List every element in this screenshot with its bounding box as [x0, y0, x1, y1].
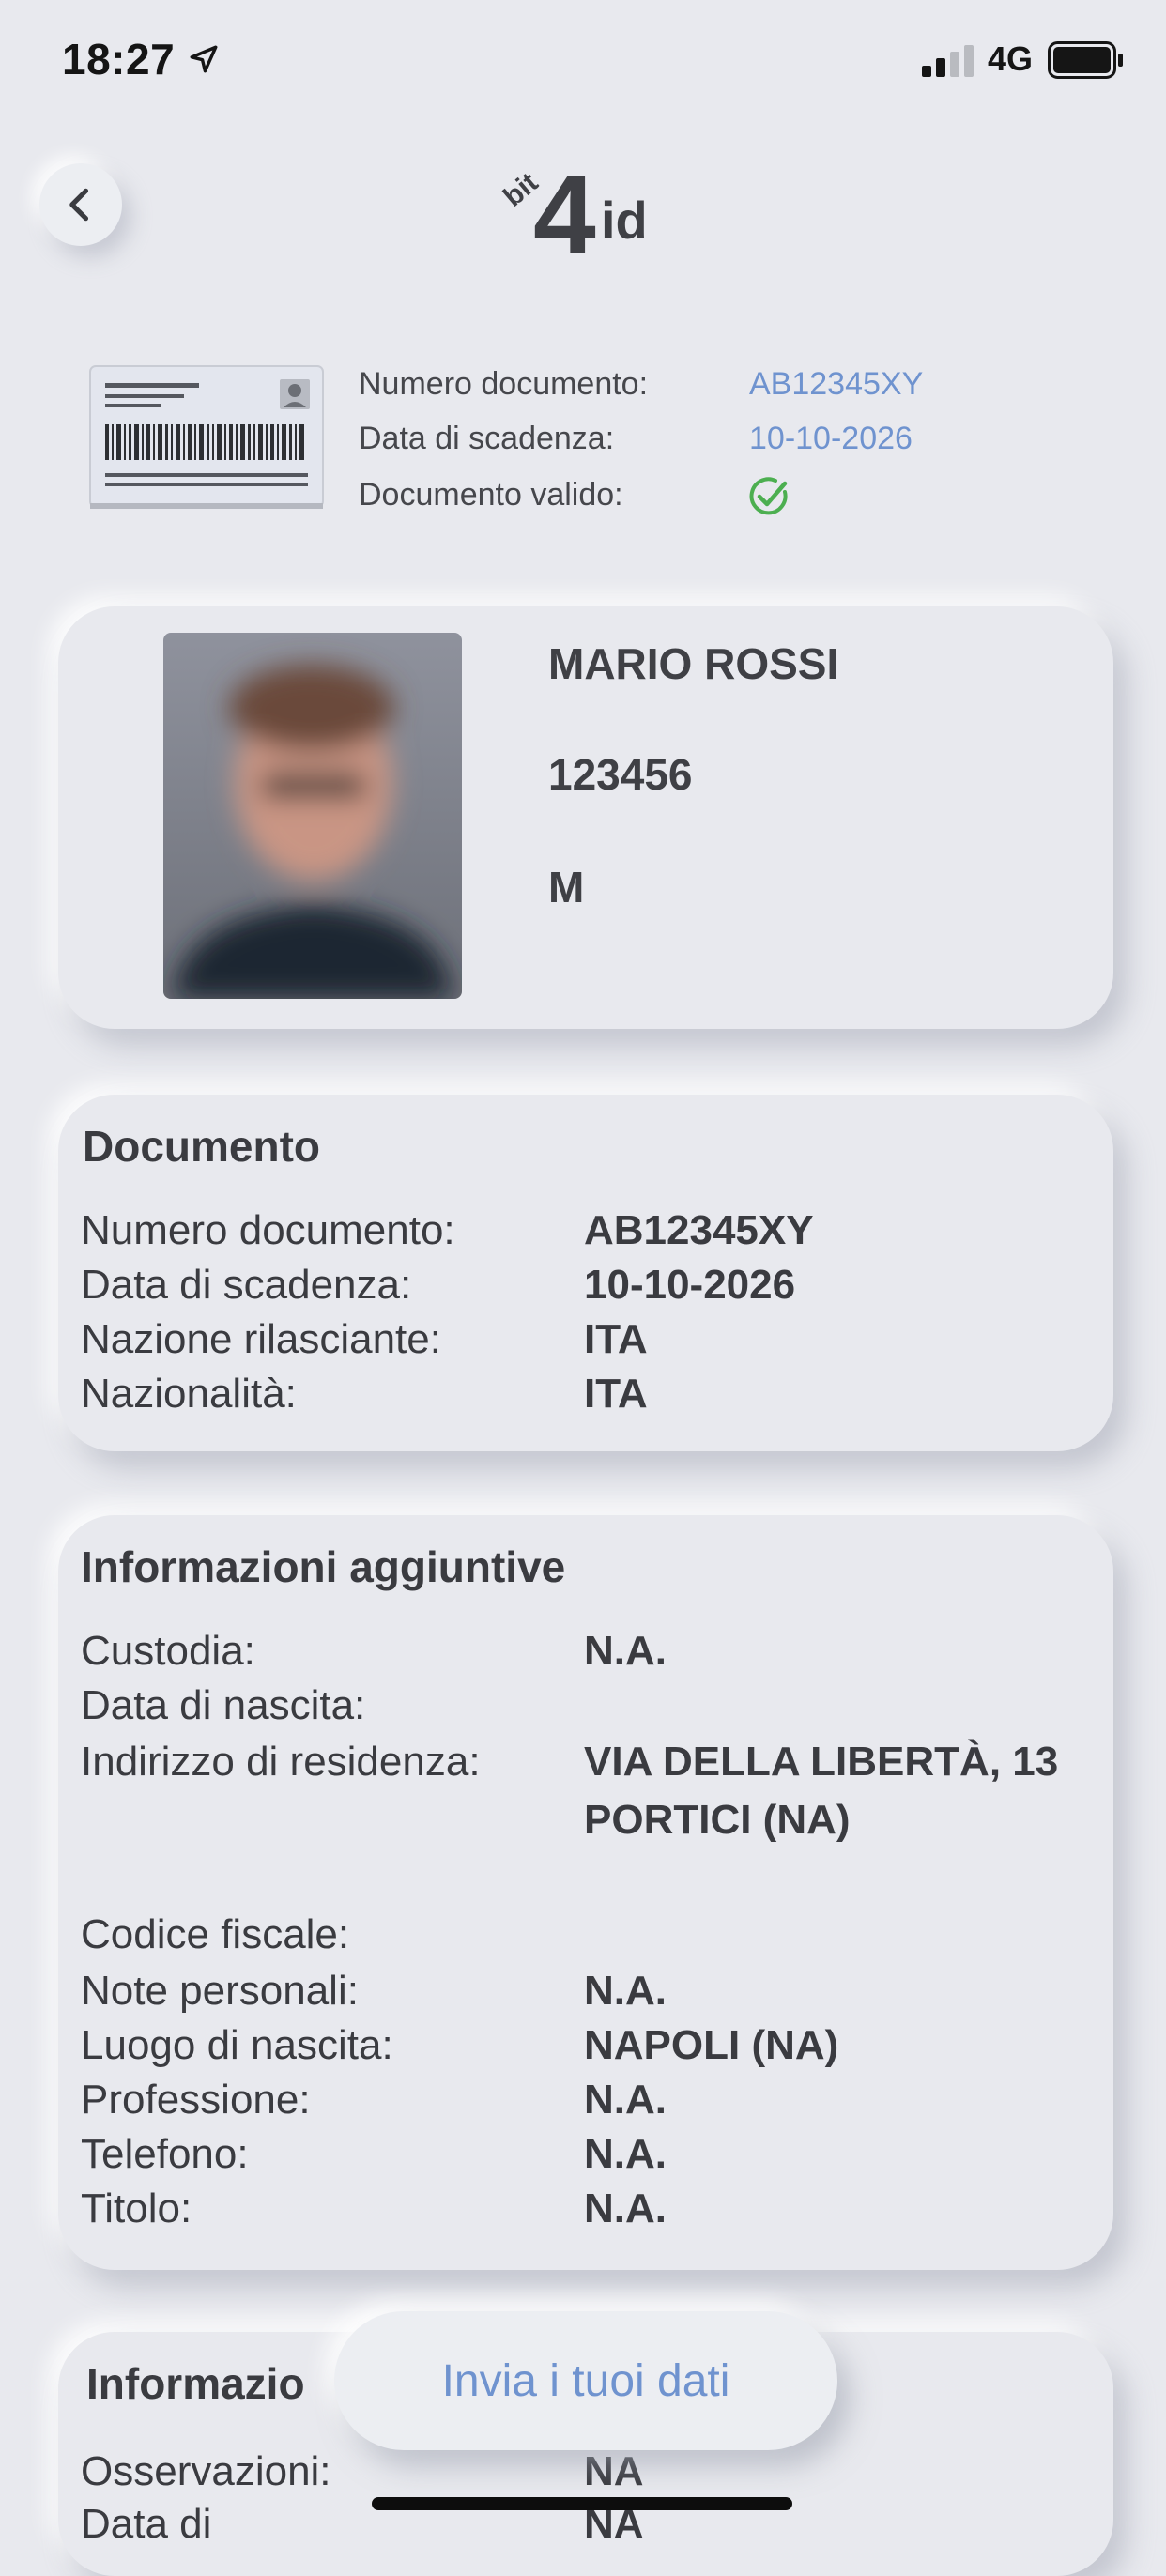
- logo-text-id: id: [601, 191, 648, 250]
- profile-number: 123456: [548, 750, 693, 799]
- info-value-titolo: N.A.: [584, 2185, 667, 2231]
- info-label-custodia: Custodia:: [81, 1628, 255, 1674]
- info-label-codice-fiscale: Codice fiscale:: [81, 1911, 350, 1957]
- logo-text-big: 4: [533, 152, 596, 263]
- profile-photo: [163, 633, 462, 999]
- network-type: 4G: [988, 39, 1034, 78]
- summary-label-scadenza: Data di scadenza:: [359, 421, 615, 456]
- documento-label-nazionalita: Nazionalità:: [81, 1371, 297, 1417]
- summary-label-numero: Numero documento:: [359, 366, 649, 402]
- summary-value-scadenza: 10-10-2026: [749, 421, 913, 456]
- documento-title: Documento: [83, 1122, 320, 1171]
- info-label-note: Note personali:: [81, 1968, 359, 2014]
- home-indicator: [372, 2497, 792, 2510]
- info-value-indirizzo-line2: PORTICI (NA): [584, 1797, 851, 1843]
- battery-icon: [1048, 41, 1123, 79]
- info-title: Informazioni aggiuntive: [81, 1542, 566, 1591]
- info-label-professione: Professione:: [81, 2077, 311, 2123]
- info-value-note: N.A.: [584, 1968, 667, 2014]
- info-label-telefono: Telefono:: [81, 2131, 249, 2177]
- bottom-label-data: Data di: [81, 2501, 212, 2547]
- bit4id-logo: bit 4 id: [501, 152, 648, 263]
- chevron-left-icon: [69, 188, 89, 222]
- send-data-button[interactable]: Invia i tuoi dati: [334, 2311, 837, 2450]
- location-arrow-icon: [190, 45, 218, 73]
- info-label-luogo-nascita: Luogo di nascita:: [81, 2022, 393, 2068]
- info-value-indirizzo: VIA DELLA LIBERTÀ, 13: [584, 1739, 1059, 1785]
- summary-value-numero: AB12345XY: [749, 366, 924, 402]
- documento-value-numero: AB12345XY: [584, 1207, 814, 1253]
- info-value-luogo-nascita: NAPOLI (NA): [584, 2022, 839, 2068]
- profile-name: MARIO ROSSI: [548, 639, 839, 688]
- id-card-icon: [89, 365, 324, 509]
- documento-value-scadenza: 10-10-2026: [584, 1262, 796, 1308]
- documento-label-scadenza: Data di scadenza:: [81, 1262, 412, 1308]
- bottom-card-title: Informazio: [86, 2359, 305, 2408]
- summary-label-valido: Documento valido:: [359, 477, 623, 513]
- info-label-indirizzo: Indirizzo di residenza:: [81, 1739, 481, 1785]
- profile-sex: M: [548, 863, 585, 912]
- check-circle-icon: [749, 477, 788, 515]
- documento-label-nazione: Nazione rilasciante:: [81, 1316, 441, 1362]
- bottom-value-osservazioni: NA: [584, 2448, 644, 2494]
- bottom-label-osservazioni: Osservazioni:: [81, 2448, 331, 2494]
- info-label-titolo: Titolo:: [81, 2185, 192, 2231]
- back-button[interactable]: [39, 163, 122, 246]
- info-label-data-nascita: Data di nascita:: [81, 1682, 366, 1728]
- info-value-professione: N.A.: [584, 2077, 667, 2123]
- documento-label-numero: Numero documento:: [81, 1207, 455, 1253]
- documento-value-nazionalita: ITA: [584, 1371, 648, 1417]
- info-value-telefono: N.A.: [584, 2131, 667, 2177]
- status-time: 18:27: [62, 35, 176, 84]
- info-value-custodia: N.A.: [584, 1628, 667, 1674]
- documento-value-nazione: ITA: [584, 1316, 648, 1362]
- signal-icon: [922, 45, 974, 77]
